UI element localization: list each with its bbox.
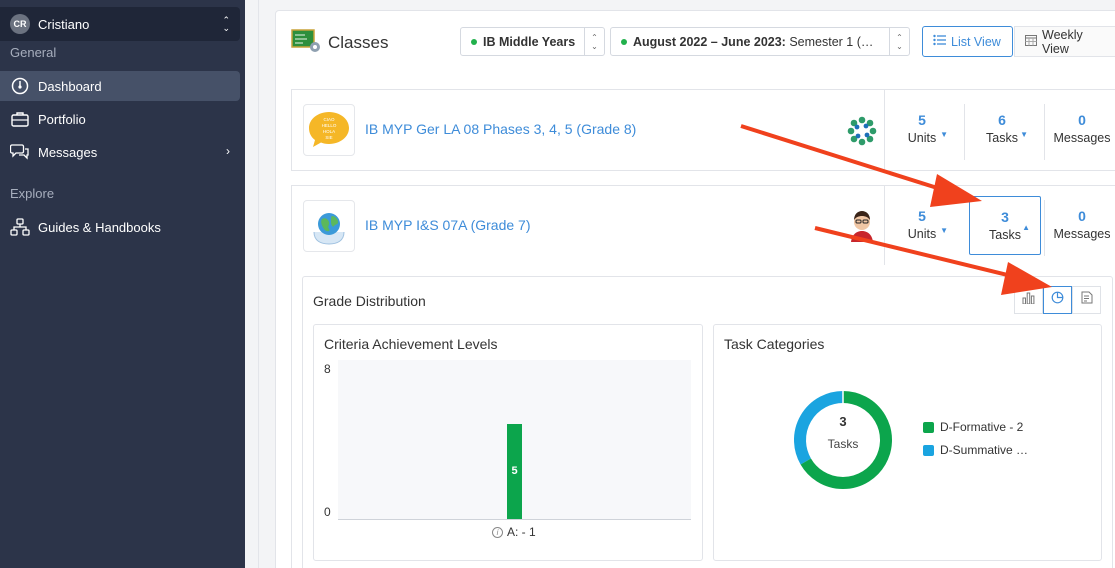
- user-switcher[interactable]: CR Cristiano ⌃ ⌄: [0, 7, 240, 41]
- caret-down-icon: ▼: [940, 226, 948, 235]
- legend-swatch: [923, 421, 934, 433]
- pie-chart-view-button[interactable]: [1043, 286, 1072, 314]
- list-view-label: List View: [951, 34, 1001, 49]
- weekly-view-button[interactable]: Weekly View: [1014, 26, 1115, 57]
- task-categories-title: Task Categories: [724, 336, 825, 352]
- bar-chart-icon: [1022, 291, 1035, 309]
- messages-label: Messages: [1053, 131, 1111, 145]
- program-select-value: IB Middle Years: [483, 34, 576, 49]
- units-value: 5: [918, 208, 926, 224]
- chevron-updown-icon: ⌃ ⌄: [584, 28, 604, 55]
- stats-separator: [964, 104, 965, 160]
- units-value: 5: [918, 112, 926, 128]
- program-select[interactable]: IB Middle Years ⌃ ⌄: [460, 27, 605, 56]
- caret-up-icon: ▲: [1022, 223, 1030, 232]
- y-tick-max: 8: [324, 362, 331, 376]
- stats-divider: [884, 186, 885, 266]
- legend-label: D-Summative …: [940, 443, 1029, 457]
- info-icon[interactable]: i: [492, 526, 503, 538]
- document-icon: [1081, 291, 1093, 309]
- user-avatar: CR: [10, 14, 30, 34]
- section-label-general: General: [10, 45, 57, 60]
- class-name-link[interactable]: IB MYP I&S 07A (Grade 7): [365, 217, 530, 233]
- chevron-updown-icon: ⌃ ⌄: [889, 28, 909, 55]
- legend-item-formative[interactable]: D-Formative - 2: [923, 420, 1023, 434]
- sidebar-item-portfolio[interactable]: Portfolio: [0, 104, 240, 134]
- report-view-button[interactable]: [1072, 286, 1101, 314]
- legend-swatch: [923, 444, 934, 456]
- y-tick-min: 0: [324, 505, 331, 519]
- tasks-value: 6: [998, 112, 1006, 128]
- sidebar-item-dashboard[interactable]: Dashboard: [0, 71, 240, 101]
- class-thumbnail: [303, 200, 355, 252]
- term-select-date: August 2022 – June 2023:: [633, 34, 786, 49]
- x-tick-label: i A: - 1: [492, 525, 536, 539]
- stats-divider: [884, 90, 885, 170]
- messages-counter[interactable]: 0 Messages: [1046, 100, 1115, 160]
- donut-total: 3: [839, 414, 847, 429]
- sidebar-item-guides[interactable]: Guides & Handbooks: [0, 212, 240, 242]
- legend-label: D-Formative - 2: [940, 420, 1024, 434]
- messages-counter[interactable]: 0 Messages: [1046, 196, 1115, 256]
- dashboard-gauge-icon: [10, 76, 30, 96]
- stats-separator: [1044, 104, 1045, 160]
- sidebar-item-label: Dashboard: [38, 78, 102, 94]
- chalkboard-gear-icon: [291, 29, 321, 53]
- chevron-right-icon: ›: [226, 144, 230, 158]
- calendar-icon: [1025, 34, 1037, 49]
- stats-separator: [1044, 200, 1045, 256]
- class-card: CIAO HELLO HOLA SIE IB MYP Ger LA 08 Pha…: [291, 89, 1115, 171]
- term-select[interactable]: August 2022 – June 2023: Semester 1 (… ⌃…: [610, 27, 910, 56]
- thumb-text-sie: SIE: [325, 135, 332, 140]
- status-dot: [621, 38, 627, 45]
- thumb-text-ciao: CIAO: [323, 117, 335, 122]
- thumb-text-hello: HELLO: [322, 123, 337, 128]
- sidebar-item-label: Guides & Handbooks: [38, 219, 161, 235]
- list-icon: [933, 34, 946, 49]
- content-gutter: [245, 0, 259, 568]
- thumb-text-hola: HOLA: [323, 129, 335, 134]
- legend-item-summative[interactable]: D-Summative …: [923, 443, 1028, 457]
- weekly-view-label: Weekly View: [1042, 27, 1083, 56]
- sitemap-icon: [10, 217, 30, 237]
- section-label-explore: Explore: [10, 186, 55, 201]
- sidebar-item-label: Messages: [38, 144, 98, 160]
- teacher-avatar: [845, 114, 879, 148]
- units-counter[interactable]: 5 Units ▼: [886, 100, 958, 160]
- chevron-updown-icon: ⌃ ⌄: [222, 15, 230, 33]
- task-categories-card: Task Categories: [713, 324, 1102, 561]
- pie-chart-icon: [1051, 291, 1064, 309]
- briefcase-icon: [10, 109, 30, 129]
- messages-label: Messages: [1053, 227, 1111, 241]
- grade-distribution-title: Grade Distribution: [313, 293, 426, 309]
- bar-chart-view-button[interactable]: [1014, 286, 1043, 314]
- sidebar: CR Cristiano ⌃ ⌄ General Dashboard Portfo…: [0, 0, 245, 568]
- donut-slice[interactable]: [794, 391, 844, 465]
- units-counter[interactable]: 5 Units ▼: [886, 196, 958, 256]
- x-axis-line: [338, 519, 691, 520]
- tasks-counter[interactable]: 6 Tasks ▼: [966, 100, 1038, 160]
- status-dot: [471, 38, 477, 45]
- list-view-button[interactable]: List View: [922, 26, 1013, 57]
- x-tick-text: A: - 1: [507, 525, 536, 539]
- teacher-avatar: [845, 208, 879, 242]
- class-name-link[interactable]: IB MYP Ger LA 08 Phases 3, 4, 5 (Grade 8…: [365, 121, 636, 137]
- bar-value-label: 5: [511, 464, 518, 477]
- class-thumbnail: CIAO HELLO HOLA SIE: [303, 104, 355, 156]
- caret-down-icon: ▼: [940, 130, 948, 139]
- messages-value: 0: [1078, 208, 1086, 224]
- sidebar-item-label: Portfolio: [38, 111, 86, 127]
- tasks-counter[interactable]: 3 Tasks ▲: [969, 196, 1041, 255]
- messages-value: 0: [1078, 112, 1086, 128]
- criteria-chart-title: Criteria Achievement Levels: [324, 336, 498, 352]
- page-title: Classes: [328, 33, 389, 52]
- user-name: Cristiano: [38, 16, 90, 32]
- sidebar-item-messages[interactable]: Messages ›: [0, 137, 240, 167]
- caret-down-icon: ▼: [1020, 130, 1028, 139]
- term-select-semester: Semester 1 (…: [785, 34, 874, 49]
- chat-bubbles-icon: [10, 142, 30, 162]
- class-card: IB MYP I&S 07A (Grade 7) 5 Units ▼ 3 Tas…: [291, 185, 1115, 267]
- donut-label: Tasks: [827, 437, 859, 451]
